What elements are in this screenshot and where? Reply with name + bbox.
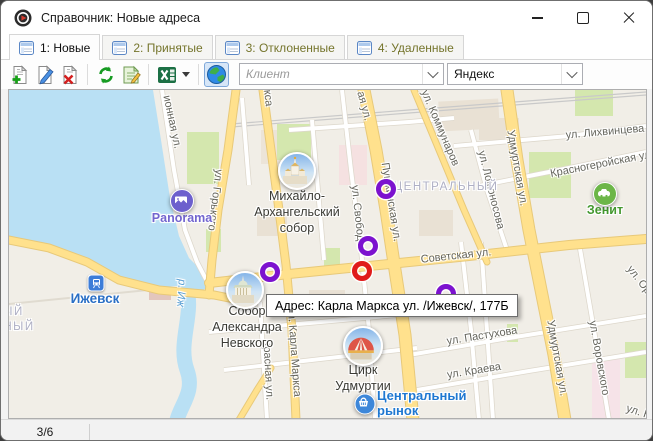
provider-combobox[interactable]: Яндекс [447, 63, 583, 85]
chevron-down-icon [566, 67, 577, 78]
table-icon [357, 41, 372, 55]
city-label: Ижевск [71, 291, 120, 307]
document-add-icon [10, 65, 30, 85]
street-label: ая ул. [354, 90, 373, 122]
toolbar: Яндекс [1, 60, 652, 89]
street-label: Красногеройская ул. [549, 148, 647, 180]
address-tooltip: Адрес: Карла Маркса ул. /Ижевск/, 177Б [266, 294, 518, 317]
street-label: ионная ул. [160, 94, 183, 150]
tab-accepted[interactable]: 2: Принятые [102, 35, 212, 59]
river-label: р. Иж [174, 279, 187, 307]
street-label: Удмуртская ул. [504, 129, 529, 207]
minimize-button[interactable] [514, 1, 560, 35]
toolbar-separator [87, 64, 88, 85]
circus-icon[interactable] [343, 326, 383, 366]
street-label: Удмуртская ул. [544, 319, 569, 397]
street-label: ул. Ор [624, 264, 647, 297]
tab-rejected[interactable]: 3: Отклоненные [215, 35, 345, 59]
document-edit-icon [35, 65, 55, 85]
station-icon[interactable] [88, 275, 105, 292]
document-delete-icon [60, 65, 80, 85]
provider-value: Яндекс [448, 67, 561, 81]
street-label: Пушкинская ул. [379, 162, 403, 243]
close-icon [623, 12, 635, 24]
app-window: Справочник: Новые адреса 1: Новые 2: При… [0, 0, 653, 441]
client-dropdown-button[interactable] [422, 64, 443, 84]
client-input[interactable] [240, 65, 422, 83]
address-marker[interactable] [260, 262, 280, 282]
cathedral-nevsky-icon[interactable] [226, 271, 264, 309]
globe-button[interactable] [204, 62, 229, 87]
app-icon [14, 9, 32, 27]
zenit-icon[interactable] [593, 182, 617, 206]
excel-dropdown-button[interactable] [179, 62, 193, 87]
street-label: ул. Коммунаров [419, 89, 462, 168]
street-label: ул. Ка [625, 403, 647, 419]
title-bar: Справочник: Новые адреса [1, 1, 652, 35]
globe-icon [206, 64, 227, 85]
maximize-icon [577, 12, 589, 24]
table-icon [225, 41, 240, 55]
table-icon [19, 41, 34, 55]
toolbar-separator [198, 64, 199, 85]
street-label: Советская ул. [420, 246, 492, 265]
street-label: ул. Лихвинцева [565, 123, 645, 142]
street-label: ул. Карла Маркса [285, 307, 303, 397]
tab-new[interactable]: 1: Новые [9, 34, 100, 60]
toolbar-separator [148, 64, 149, 85]
street-label: ул. Краева [446, 361, 502, 381]
street-label: ул. Пастухова [446, 324, 518, 347]
chevron-down-icon [427, 67, 438, 78]
tab-deleted[interactable]: 4: Удаленные [347, 35, 464, 59]
excel-icon [157, 65, 177, 85]
street-label: кса [261, 89, 275, 107]
table-icon [112, 41, 127, 55]
record-counter: 3/6 [1, 424, 90, 440]
street-label: ул. Воровского [587, 320, 612, 397]
properties-button[interactable] [118, 62, 143, 87]
panorama-icon[interactable] [170, 189, 194, 213]
document-properties-icon [121, 65, 141, 85]
status-bar: 3/6 [1, 419, 652, 441]
tab-label: 2: Принятые [133, 41, 202, 55]
refresh-icon [96, 65, 116, 85]
tab-bar: 1: Новые 2: Принятые 3: Отклоненные 4: У… [1, 35, 652, 60]
delete-button[interactable] [57, 62, 82, 87]
minimize-icon [532, 17, 543, 18]
district-label: ЫЙ [8, 306, 24, 318]
tab-label: 3: Отклоненные [246, 41, 335, 55]
district-label: НЫЙ [8, 321, 35, 333]
close-button[interactable] [606, 1, 652, 35]
edit-button[interactable] [32, 62, 57, 87]
refresh-button[interactable] [93, 62, 118, 87]
add-button[interactable] [7, 62, 32, 87]
maximize-button[interactable] [560, 1, 606, 35]
poi-label-market: Центральный рынок [377, 388, 466, 418]
tab-label: 4: Удаленные [378, 41, 454, 55]
window-title: Справочник: Новые адреса [41, 11, 200, 25]
poi-label-mikhailo: Михайло- Архангельский собор [254, 188, 339, 236]
caret-down-icon [182, 72, 190, 77]
selected-address-marker[interactable] [352, 261, 372, 281]
map-labels-layer: Panorama Михайло- Архангельский собор Со… [9, 90, 646, 419]
district-label: ЦЕНТРАЛЬНЫЙ [394, 181, 499, 193]
market-icon[interactable] [355, 394, 376, 415]
excel-export-button[interactable] [154, 62, 179, 87]
tab-label: 1: Новые [40, 41, 90, 55]
client-combobox [239, 63, 444, 85]
provider-dropdown-button[interactable] [561, 64, 582, 84]
cathedral-mikhailo-icon[interactable] [278, 152, 316, 190]
address-marker[interactable] [376, 179, 396, 199]
map-canvas[interactable]: Panorama Михайло- Архангельский собор Со… [8, 89, 647, 419]
address-marker[interactable] [358, 236, 378, 256]
